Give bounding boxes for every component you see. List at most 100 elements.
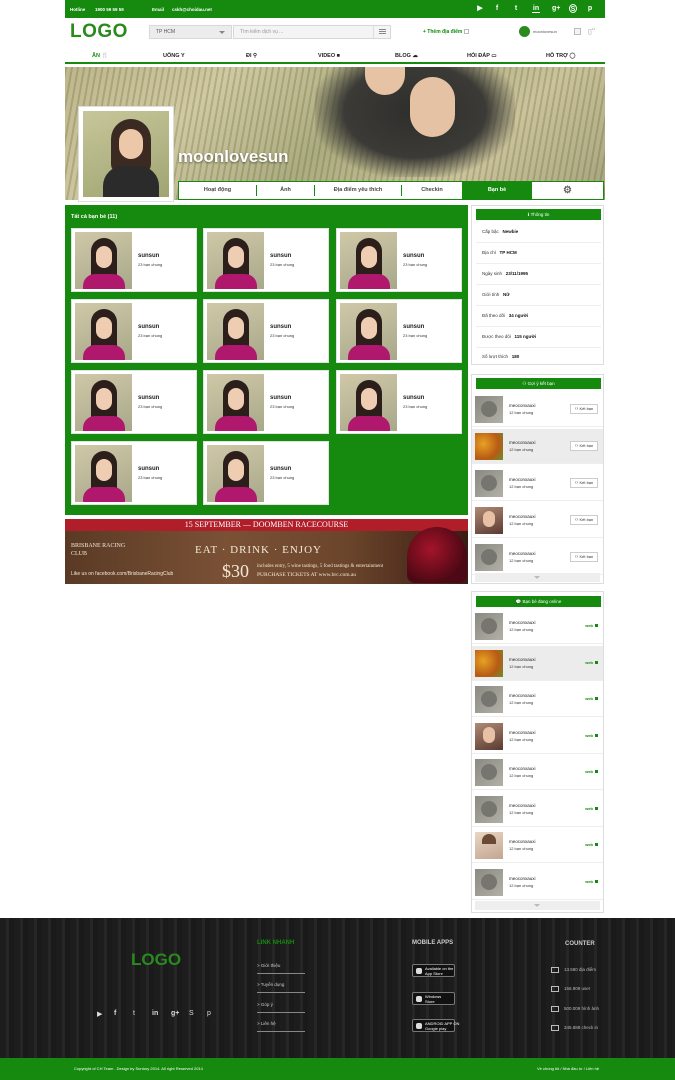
person-name[interactable]: meoconxauxi (509, 403, 536, 408)
friend-name[interactable]: sunsun (270, 466, 291, 472)
person-name[interactable]: meoconxauxi (509, 620, 536, 625)
friend-name[interactable]: sunsun (270, 395, 291, 401)
gear-icon[interactable]: ⚙ (532, 182, 603, 199)
play-icon[interactable]: ▶ (97, 1010, 102, 1018)
nav-item-hoi-dap[interactable]: HỎI ĐÁP ▭ (467, 53, 497, 59)
online-item[interactable]: meoconxauxi 12 bạn chung web (472, 645, 603, 681)
add-friend-button[interactable]: ⚇ Kết bạn (570, 404, 598, 414)
avatar[interactable] (475, 759, 503, 786)
windows-store-badge[interactable]: Windows Store (412, 992, 455, 1005)
facebook-icon[interactable]: f (493, 4, 501, 13)
friend-card[interactable]: sunsun 23 bạn chung (203, 299, 329, 363)
online-item[interactable]: meoconxauxi 12 bạn chung web (472, 609, 603, 644)
avatar[interactable] (475, 686, 503, 713)
nav-item-ho-tro[interactable]: HỖ TRỢ ◯ (546, 53, 576, 59)
play-icon[interactable]: ▶ (476, 4, 484, 13)
nav-item-blog[interactable]: BLOG ☁ (395, 53, 418, 59)
pinterest-icon[interactable]: p (207, 1010, 211, 1017)
person-name[interactable]: meoconxauxi (509, 657, 536, 662)
friend-photo[interactable] (75, 374, 132, 431)
friend-photo[interactable] (207, 232, 264, 289)
google-play-badge[interactable]: ANDROID APP ON Google play (412, 1019, 459, 1032)
add-friend-button[interactable]: ⚇ Kết bạn (570, 515, 598, 525)
user-avatar[interactable] (519, 26, 530, 37)
online-item[interactable]: meoconxauxi 12 bạn chung web (472, 792, 603, 827)
person-name[interactable]: meoconxauxi (509, 730, 536, 735)
suggest-item[interactable]: meoconxauxi 12 bạn chung ⚇ Kết bạn (472, 466, 603, 501)
person-name[interactable]: meoconxauxi (509, 693, 536, 698)
friend-card[interactable]: sunsun 23 bạn chung (71, 370, 197, 434)
friend-card[interactable]: sunsun 23 bạn chung (71, 299, 197, 363)
online-item[interactable]: meoconxauxi 12 bạn chung web (472, 719, 603, 754)
city-select[interactable]: TP HCM (149, 25, 232, 39)
footer-link-lien-he[interactable]: > Liên hệ (257, 1021, 305, 1032)
search-menu-button[interactable] (373, 26, 390, 38)
person-name[interactable]: meoconxauxi (509, 766, 536, 771)
person-name[interactable]: meoconxauxi (509, 551, 536, 556)
hotline-number[interactable]: 1900 59 59 59 (95, 7, 124, 12)
friend-card[interactable]: sunsun 23 bạn chung (71, 228, 197, 292)
friend-card[interactable]: sunsun 23 bạn chung (71, 441, 197, 505)
avatar[interactable] (475, 433, 503, 460)
nav-item-uong[interactable]: UỐNG Y (163, 53, 185, 59)
avatar[interactable] (475, 795, 503, 823)
friend-card[interactable]: sunsun 23 bạn chung (203, 441, 329, 505)
skype-icon[interactable]: S (569, 4, 577, 13)
footer-link-tuyen-dung[interactable]: > Tuyển dụng (257, 982, 305, 993)
friend-name[interactable]: sunsun (270, 253, 291, 259)
google-plus-icon[interactable]: g+ (552, 4, 560, 13)
facebook-icon[interactable]: f (114, 1010, 116, 1017)
friend-name[interactable]: sunsun (138, 253, 159, 259)
add-friend-button[interactable]: ⚇ Kết bạn (570, 478, 598, 488)
tab-hoat-dong[interactable]: Hoạt động (179, 182, 256, 199)
person-name[interactable]: meoconxauxi (509, 876, 536, 881)
suggest-more-button[interactable] (475, 573, 600, 582)
linkedin-icon[interactable]: in (532, 4, 540, 13)
person-name[interactable]: meoconxauxi (509, 477, 536, 482)
avatar[interactable] (475, 613, 503, 640)
friend-name[interactable]: sunsun (403, 395, 424, 401)
friend-name[interactable]: sunsun (270, 324, 291, 330)
nav-item-video[interactable]: VIDEO ■ (318, 53, 340, 59)
friend-card[interactable]: sunsun 23 bạn chung (336, 299, 462, 363)
friend-photo[interactable] (75, 232, 132, 289)
bottom-links[interactable]: Về chúng tôi / Nhà đầu tư / Liên hệ (537, 1066, 599, 1071)
friend-photo[interactable] (340, 303, 397, 360)
avatar[interactable] (475, 832, 503, 859)
linkedin-icon[interactable]: in (152, 1010, 158, 1017)
avatar[interactable] (475, 649, 503, 677)
person-name[interactable]: meoconxauxi (509, 440, 536, 445)
add-friend-button[interactable]: ⚇ Kết bạn (570, 552, 598, 562)
friend-photo[interactable] (340, 374, 397, 431)
online-item[interactable]: meoconxauxi 12 bạn chung web (472, 682, 603, 717)
tab-dia-diem-yeu-thich[interactable]: Địa điểm yêu thích (315, 182, 401, 199)
ad-banner[interactable]: 15 SEPTEMBER — DOOMBEN RACECOURSE BRISBA… (65, 519, 468, 584)
person-name[interactable]: meoconxauxi (509, 839, 536, 844)
google-plus-icon[interactable]: g+ (171, 1010, 179, 1017)
avatar[interactable] (475, 470, 503, 497)
friend-photo[interactable] (75, 445, 132, 502)
tab-ban-be[interactable]: Bạn bè (462, 182, 532, 199)
username-menu[interactable]: moonlovesun (533, 29, 557, 34)
nav-item-an[interactable]: ĂN 🍴 (92, 53, 108, 59)
avatar[interactable] (475, 396, 503, 423)
avatar[interactable] (475, 722, 503, 750)
tab-anh[interactable]: Ảnh (257, 182, 314, 199)
friend-name[interactable]: sunsun (403, 253, 424, 259)
email-address[interactable]: cskh@choidau.net (172, 7, 212, 12)
suggest-item[interactable]: meoconxauxi 12 bạn chung ⚇ Kết bạn (472, 392, 603, 427)
friend-photo[interactable] (340, 232, 397, 289)
notification-bell-icon[interactable]: ▯14 (588, 27, 596, 37)
add-friend-button[interactable]: ⚇ Kết bạn (570, 441, 598, 451)
friend-name[interactable]: sunsun (403, 324, 424, 330)
friend-card[interactable]: sunsun 23 bạn chung (336, 228, 462, 292)
friend-photo[interactable] (207, 445, 264, 502)
user-menu-toggle[interactable] (574, 28, 581, 35)
nav-item-di[interactable]: ĐI ⚲ (246, 53, 257, 59)
friend-card[interactable]: sunsun 23 bạn chung (203, 370, 329, 434)
tab-checkin[interactable]: Checkin (402, 182, 462, 199)
friend-name[interactable]: sunsun (138, 395, 159, 401)
friend-name[interactable]: sunsun (138, 466, 159, 472)
online-item[interactable]: meoconxauxi 12 bạn chung web (472, 755, 603, 790)
online-item[interactable]: meoconxauxi 12 bạn chung web (472, 865, 603, 900)
